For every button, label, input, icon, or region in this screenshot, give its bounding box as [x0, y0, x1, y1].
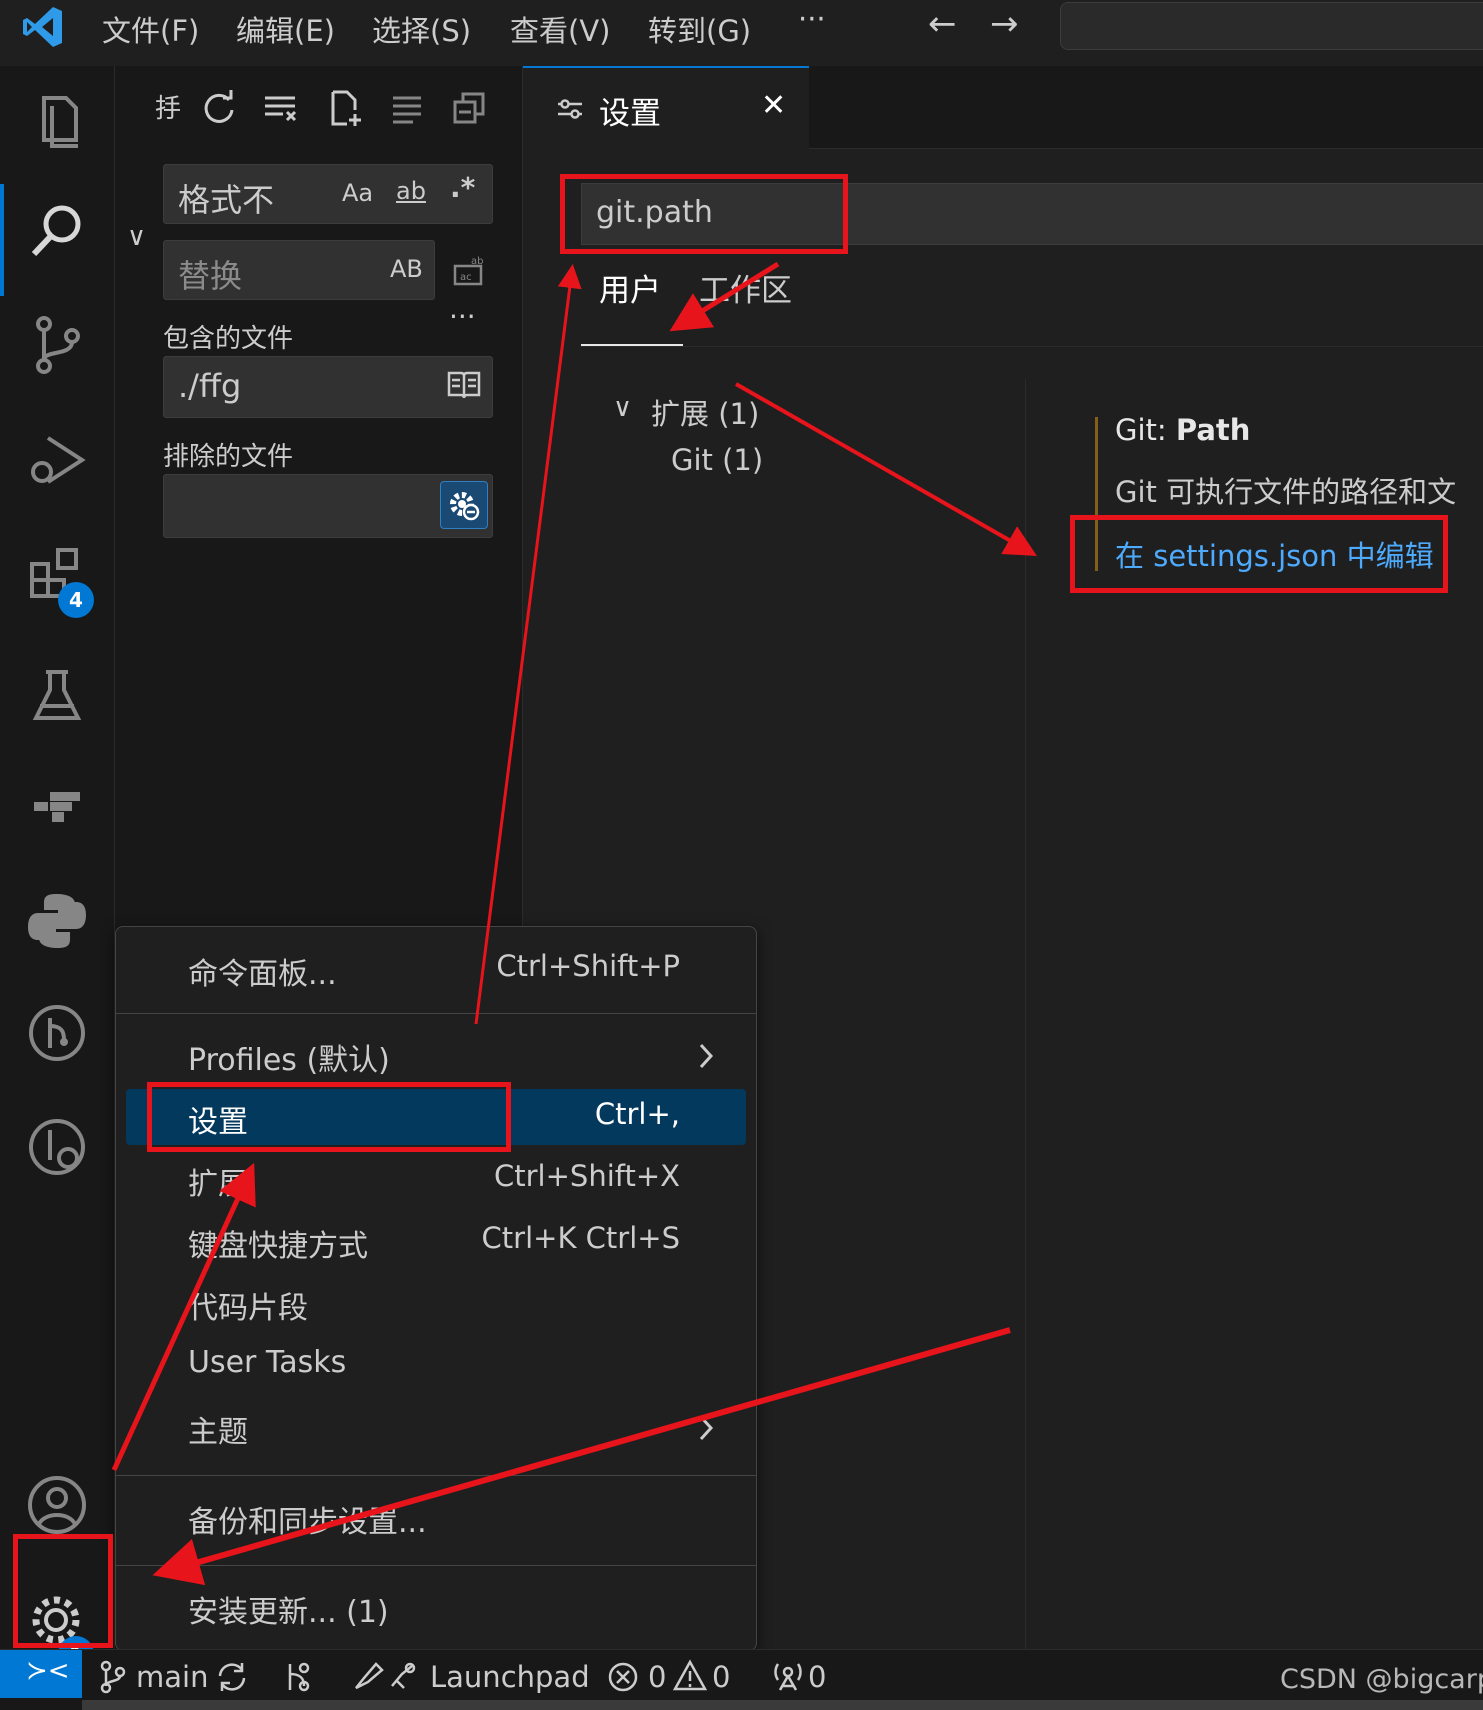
annotation-arrow-to-menu-settings — [111, 1162, 256, 1472]
annotation-arrow-to-search — [474, 264, 582, 1025]
annotation-arrow-to-gear — [152, 1327, 1011, 1586]
annotation-arrows — [111, 261, 1037, 1586]
annotation-arrow-user-tab — [669, 261, 780, 332]
annotation-arrow-to-link — [735, 382, 1037, 556]
